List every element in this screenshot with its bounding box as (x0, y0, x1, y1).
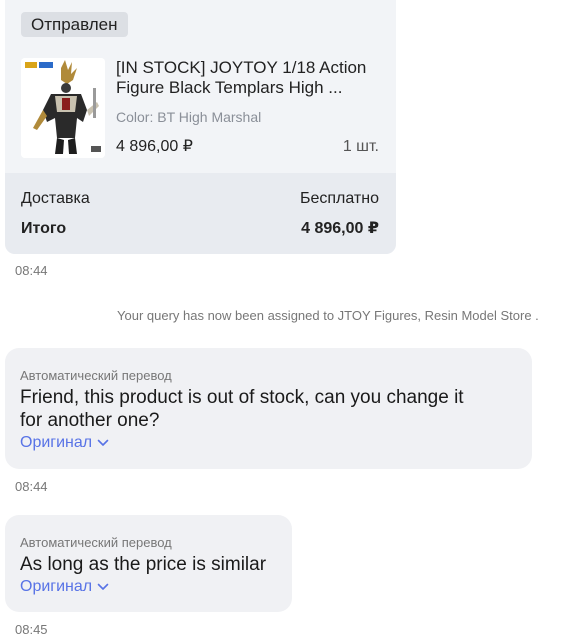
show-original-link[interactable]: Оригинал (20, 433, 109, 453)
chevron-down-icon (97, 439, 109, 446)
message-line: for another one? (20, 410, 160, 431)
delivery-value: Бесплатно (299, 190, 379, 207)
order-status-badge: Отправлен (21, 12, 128, 37)
total-label: Итого (21, 220, 67, 237)
system-message: Your query has now been assigned to JTOY… (117, 308, 539, 323)
product-variant: Color: BT High Marshal (116, 109, 262, 125)
order-card[interactable]: Отправлен [IN STOCK] JOYTOY 1/18 Action … (5, 0, 396, 254)
delivery-label: Доставка (21, 190, 90, 207)
message-timestamp: 08:45 (15, 622, 48, 637)
message-timestamp: 08:44 (15, 479, 48, 494)
product-title[interactable]: [IN STOCK] JOYTOY 1/18 Action Figure Bla… (116, 58, 384, 98)
product-image[interactable] (21, 58, 105, 158)
chevron-down-icon (97, 583, 109, 590)
message-text: Friend, this product is out of stock, ca… (20, 386, 464, 432)
chat-bubble: Автоматический перевод As long as the pr… (5, 515, 292, 612)
message-text: As long as the price is similar (20, 553, 266, 576)
chat-bubble: Автоматический перевод Friend, this prod… (5, 348, 532, 469)
message-timestamp: 08:44 (15, 263, 48, 278)
order-totals: Доставка Бесплатно Итого 4 896,00 ₽ (5, 173, 396, 254)
total-value: 4 896,00 ₽ (301, 220, 379, 237)
show-original-link[interactable]: Оригинал (20, 577, 109, 597)
auto-translation-label: Автоматический перевод (20, 368, 172, 383)
product-price: 4 896,00 ₽ (116, 138, 193, 155)
message-line: Friend, this product is out of stock, ca… (20, 387, 464, 408)
product-quantity: 1 шт. (342, 138, 379, 155)
message-line: As long as the price is similar (20, 554, 267, 575)
auto-translation-label: Автоматический перевод (20, 535, 172, 550)
